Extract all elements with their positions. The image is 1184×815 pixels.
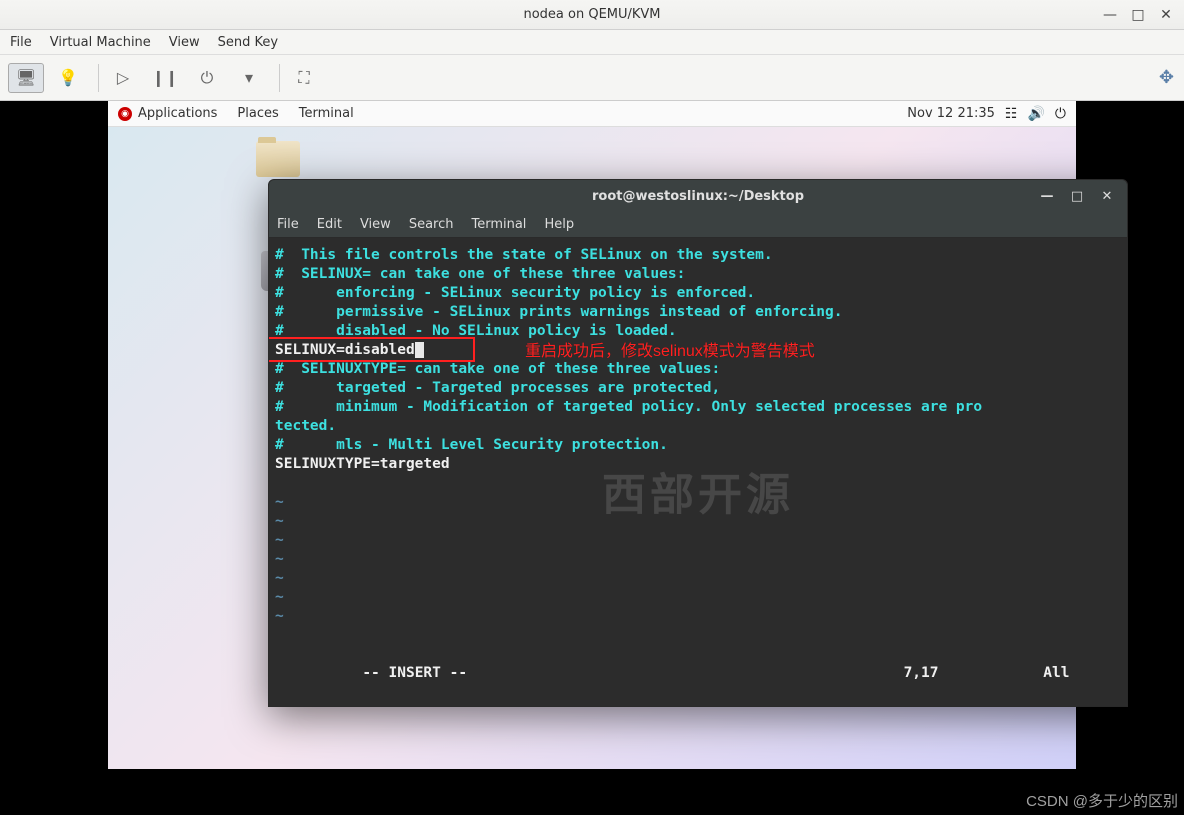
sound-icon[interactable]: 🔊 — [1027, 106, 1044, 122]
vim-tilde-line: ~ — [275, 512, 1121, 531]
info-button[interactable]: 💡 — [50, 63, 86, 93]
terminal-titlebar[interactable]: root@westoslinux:~/Desktop — □ ✕ — [269, 180, 1127, 212]
terminal-line — [275, 474, 1121, 493]
separator — [98, 64, 99, 92]
shutdown-button[interactable]: ⏻ — [189, 63, 225, 93]
close-button[interactable]: ✕ — [1156, 5, 1176, 25]
text-cursor — [415, 342, 424, 358]
terminal-line: tected. — [275, 417, 1121, 436]
menu-virtual-machine[interactable]: Virtual Machine — [50, 35, 151, 50]
vim-mode: -- INSERT -- — [362, 665, 467, 681]
folder-icon — [256, 141, 300, 177]
csdn-watermark: CSDN @多于少的区别 — [1026, 790, 1178, 811]
shutdown-dropdown[interactable]: ▾ — [231, 63, 267, 93]
vim-tilde-line: ~ — [275, 607, 1121, 626]
terminal-line: # mls - Multi Level Security protection. — [275, 436, 1121, 455]
power-icon: ⏻ — [201, 68, 214, 88]
terminal-line: # minimum - Modification of targeted pol… — [275, 398, 1121, 417]
move-icon: ✥ — [1159, 67, 1174, 88]
terminal-menu-view[interactable]: View — [360, 217, 391, 232]
redhat-icon: ◉ — [118, 107, 132, 121]
terminal-menu-terminal[interactable]: Terminal — [471, 217, 526, 232]
terminal-line: # targeted - Targeted processes are prot… — [275, 379, 1121, 398]
separator — [279, 64, 280, 92]
terminal-body[interactable]: # This file controls the state of SELinu… — [269, 238, 1127, 706]
bulb-icon: 💡 — [58, 68, 78, 87]
terminal-menubar: File Edit View Search Terminal Help — [269, 212, 1127, 238]
vim-tilde-line: ~ — [275, 493, 1121, 512]
terminal-line: # SELINUXTYPE= can take one of these thr… — [275, 360, 1121, 379]
pause-icon: ❙❙ — [152, 68, 179, 87]
gnome-top-bar: ◉ Applications Places Terminal Nov 12 21… — [108, 101, 1076, 127]
network-icon[interactable]: ☷ — [1005, 106, 1018, 122]
vim-position: 7,17 — [904, 665, 939, 681]
terminal-line: # permissive - SELinux prints warnings i… — [275, 303, 1121, 322]
maximize-button[interactable]: □ — [1128, 5, 1148, 25]
terminal-line: # This file controls the state of SELinu… — [275, 246, 1121, 265]
terminal-title: root@westoslinux:~/Desktop — [592, 189, 804, 204]
terminal-menu-search[interactable]: Search — [409, 217, 454, 232]
vm-viewer-menubar: File Virtual Machine View Send Key — [0, 30, 1184, 55]
monitor-icon: 🖥 — [16, 68, 36, 87]
terminal-menu-help[interactable]: Help — [544, 217, 574, 232]
terminal-line: SELINUXTYPE=targeted — [275, 455, 1121, 474]
menu-send-key[interactable]: Send Key — [218, 35, 278, 50]
places-menu[interactable]: Places — [237, 106, 278, 121]
vm-viewer-title: nodea on QEMU/KVM — [523, 7, 660, 22]
vim-percent: All — [1043, 665, 1069, 681]
power-menu-icon[interactable]: ⏻ — [1055, 106, 1066, 122]
console-button[interactable]: 🖥 — [8, 63, 44, 93]
fullscreen-icon: ⛶ — [298, 68, 309, 88]
terminal-app-indicator[interactable]: Terminal — [299, 106, 354, 121]
terminal-line: # SELINUX= can take one of these three v… — [275, 265, 1121, 284]
menu-file[interactable]: File — [10, 35, 32, 50]
terminal-close-button[interactable]: ✕ — [1097, 186, 1117, 206]
vim-tilde-line: ~ — [275, 588, 1121, 607]
fullscreen-button[interactable]: ⛶ — [286, 63, 322, 93]
clock[interactable]: Nov 12 21:35 — [907, 106, 995, 121]
terminal-menu-file[interactable]: File — [277, 217, 299, 232]
menu-view[interactable]: View — [169, 35, 200, 50]
annotation-text: 重启成功后，修改selinux模式为警告模式 — [525, 342, 815, 361]
terminal-line: # disabled - No SELinux policy is loaded… — [275, 322, 1121, 341]
terminal-window[interactable]: root@westoslinux:~/Desktop — □ ✕ File Ed… — [268, 179, 1128, 707]
vim-tilde-line: ~ — [275, 550, 1121, 569]
play-icon: ▷ — [117, 68, 129, 87]
minimize-button[interactable]: — — [1100, 5, 1120, 25]
vm-viewer-titlebar: nodea on QEMU/KVM — □ ✕ — [0, 0, 1184, 30]
vm-viewer-toolbar: 🖥 💡 ▷ ❙❙ ⏻ ▾ ⛶ ✥ — [0, 55, 1184, 101]
run-button[interactable]: ▷ — [105, 63, 141, 93]
chevron-down-icon: ▾ — [245, 68, 253, 87]
vim-status-line: -- INSERT -- 7,17 All — [275, 645, 1121, 702]
pause-button[interactable]: ❙❙ — [147, 63, 183, 93]
terminal-minimize-button[interactable]: — — [1037, 186, 1057, 206]
terminal-maximize-button[interactable]: □ — [1067, 186, 1087, 206]
vim-tilde-line: ~ — [275, 569, 1121, 588]
vim-tilde-line: ~ — [275, 531, 1121, 550]
terminal-menu-edit[interactable]: Edit — [317, 217, 342, 232]
applications-menu[interactable]: Applications — [138, 106, 217, 121]
guest-desktop[interactable]: ◉ Applications Places Terminal Nov 12 21… — [108, 101, 1076, 769]
guest-screen[interactable]: ◉ Applications Places Terminal Nov 12 21… — [0, 101, 1184, 815]
terminal-line: # enforcing - SELinux security policy is… — [275, 284, 1121, 303]
